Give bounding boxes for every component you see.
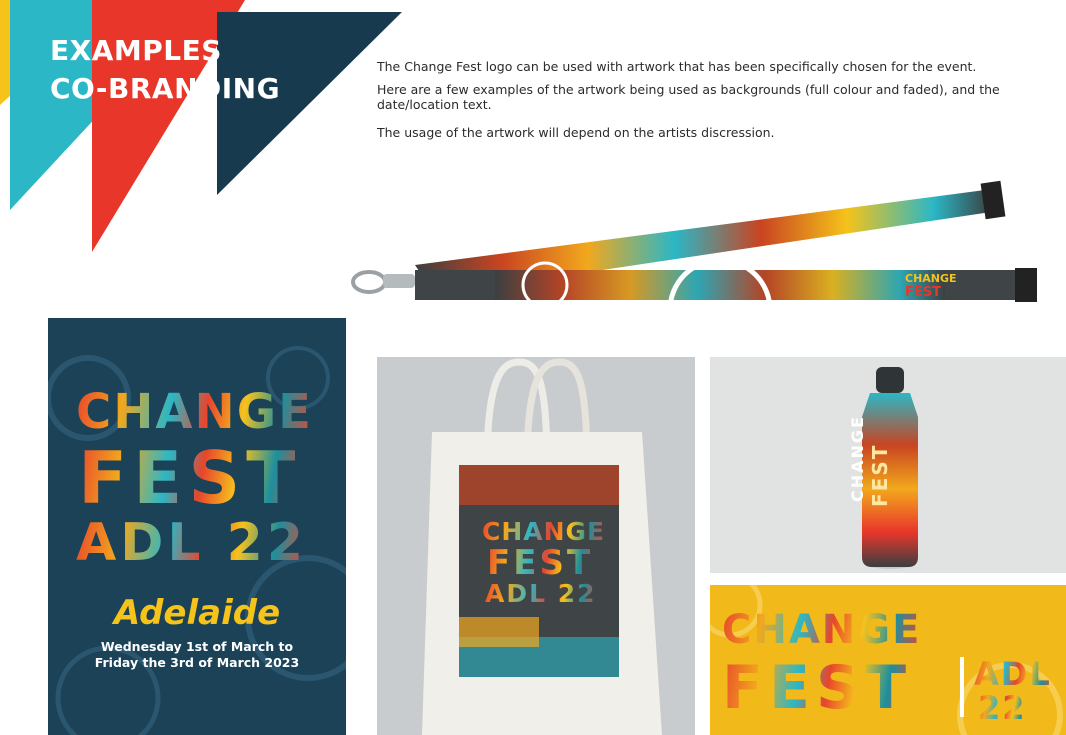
poster-date-line1: Wednesday 1st of March to: [100, 639, 294, 654]
banner-logo-word3b: 22: [978, 689, 1027, 727]
banner-logo-word3a: ADL: [974, 655, 1052, 693]
page-title-line2: CO-BRANDING: [50, 72, 281, 105]
poster-city: Adelaide: [113, 593, 281, 633]
tote-logo-word1: CHANGE: [482, 517, 606, 546]
banner-logo-word2: FEST: [722, 653, 913, 723]
description-paragraph-2: Here are a few examples of the artwork b…: [377, 82, 1000, 112]
tote-logo-word3: ADL 22: [485, 579, 597, 608]
bottle-logo-word1: CHANGE: [848, 415, 867, 502]
lanyard-image: CHANGE FEST: [351, 180, 1037, 310]
description-paragraph-3: The usage of the artwork will depend on …: [377, 125, 775, 140]
banner-logo-word1: CHANGE: [722, 607, 922, 653]
poster-logo-word2: FEST: [78, 436, 302, 520]
lanyard-logo-word2: FEST: [905, 285, 941, 300]
poster-logo-word3: ADL 22: [76, 513, 308, 573]
page-title-line1: EXAMPLES: [50, 34, 222, 67]
tote-bag-panel: CHANGE FEST ADL 22: [377, 357, 695, 735]
bottle-logo-word2: FEST: [868, 443, 892, 507]
banner-panel: CHANGE FEST ADL 22: [710, 585, 1066, 735]
bottle-panel: CHANGE FEST: [710, 357, 1066, 573]
description-paragraph-1: The Change Fest logo can be used with ar…: [377, 59, 977, 74]
poster-panel: CHANGE FEST ADL 22 Adelaide Wednesday 1s…: [48, 318, 346, 735]
lanyard-logo-word1: CHANGE: [905, 272, 957, 285]
poster-date-line2: Friday the 3rd of March 2023: [94, 655, 300, 670]
poster-logo-word1: CHANGE: [76, 384, 313, 440]
tote-logo-word2: FEST: [487, 543, 594, 583]
banner-divider: [960, 657, 964, 717]
